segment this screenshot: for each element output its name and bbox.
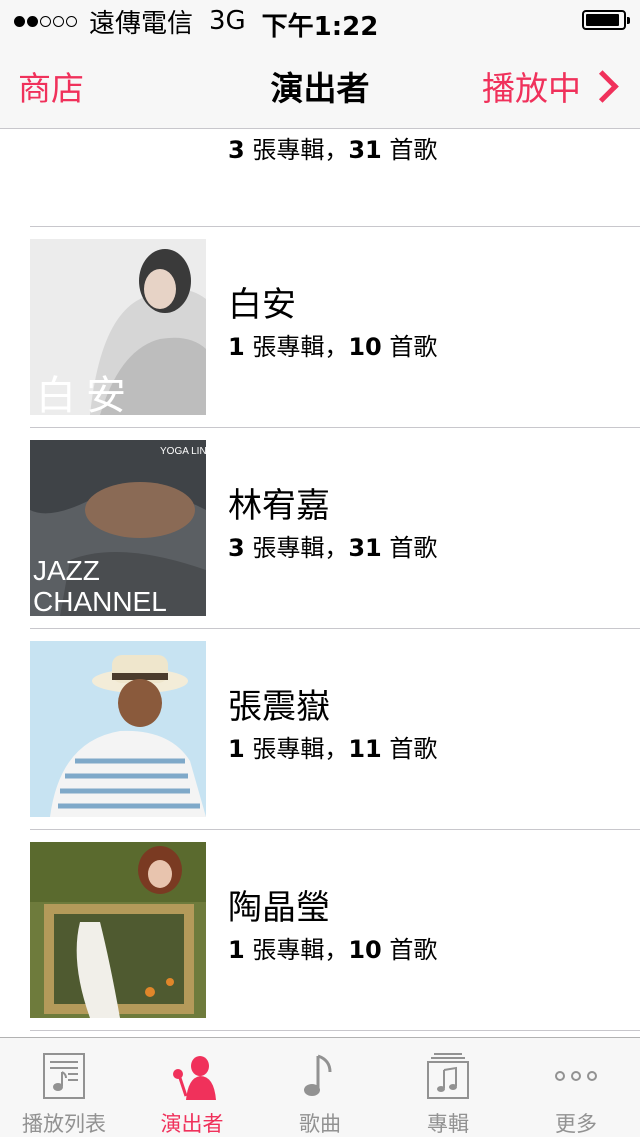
album-icon <box>427 1053 469 1099</box>
artist-row[interactable]: 3 張專輯，31 首歌 <box>0 129 640 227</box>
svg-text:CHANNEL: CHANNEL <box>33 586 167 616</box>
artist-list[interactable]: 3 張專輯，31 首歌 白 安 白安 1 張專輯，10 首歌 YOGA LIN … <box>0 129 640 1037</box>
tab-label: 播放列表 <box>22 1112 106 1136</box>
tab-label: 專輯 <box>427 1112 469 1136</box>
svg-text:JAZZ: JAZZ <box>33 555 100 586</box>
battery-icon <box>582 10 630 30</box>
tab-songs[interactable]: 歌曲 <box>256 1038 384 1137</box>
album-art-bai-an: 白 安 <box>30 239 206 415</box>
artist-meta: 3 張專輯，31 首歌 <box>228 136 438 164</box>
playlist-icon <box>43 1053 85 1099</box>
artist-icon <box>173 1056 216 1100</box>
artist-row[interactable]: 陶晶瑩 1 張專輯，10 首歌 <box>0 830 640 1031</box>
artist-row[interactable]: YOGA LIN JAZZ CHANNEL 林宥嘉 3 張專輯，31 首歌 <box>0 428 640 629</box>
more-icon <box>555 1071 597 1081</box>
tab-label: 歌曲 <box>299 1112 341 1136</box>
tab-playlists[interactable]: 播放列表 <box>0 1038 128 1137</box>
album-art-hat-man <box>30 641 206 817</box>
artist-name: 白安 <box>228 285 296 325</box>
navigation-bar: 商店 演出者 播放中 <box>0 40 640 129</box>
tab-more[interactable]: 更多 <box>512 1038 640 1137</box>
tab-artists[interactable]: 演出者 <box>128 1038 256 1137</box>
tab-label: 演出者 <box>160 1112 224 1136</box>
row-separator <box>30 1030 640 1031</box>
svg-text:YOGA LIN: YOGA LIN <box>160 446 206 457</box>
artist-meta: 1 張專輯，10 首歌 <box>228 936 438 964</box>
tab-label: 更多 <box>555 1112 597 1136</box>
chevron-right-icon <box>586 69 619 103</box>
artist-name: 張震嶽 <box>228 687 330 727</box>
artist-name: 林宥嘉 <box>228 486 330 526</box>
now-playing-button[interactable]: 播放中 <box>482 62 619 110</box>
status-time: 下午1:22 <box>261 12 379 42</box>
artist-row[interactable]: 白 安 白安 1 張專輯，10 首歌 <box>0 227 640 428</box>
tab-albums[interactable]: 專輯 <box>384 1038 512 1137</box>
battery-level <box>586 14 619 26</box>
now-playing-label: 播放中 <box>482 69 581 108</box>
artist-meta: 3 張專輯，31 首歌 <box>228 534 438 562</box>
artist-meta: 1 張專輯，10 首歌 <box>228 333 438 361</box>
album-art-puppet <box>30 842 206 1018</box>
svg-text:白 安: 白 安 <box>36 373 126 415</box>
artist-name: 陶晶瑩 <box>228 888 330 928</box>
album-art-jazz-channel: YOGA LIN JAZZ CHANNEL <box>30 440 206 616</box>
status-bar: 遠傳電信 3G 下午1:22 <box>0 0 640 42</box>
artist-row[interactable]: 張震嶽 1 張專輯，11 首歌 <box>0 629 640 830</box>
artist-meta: 1 張專輯，11 首歌 <box>228 735 438 763</box>
tab-bar: 播放列表 演出者 歌曲 專輯 更多 <box>0 1037 640 1137</box>
music-note-icon <box>304 1054 332 1096</box>
